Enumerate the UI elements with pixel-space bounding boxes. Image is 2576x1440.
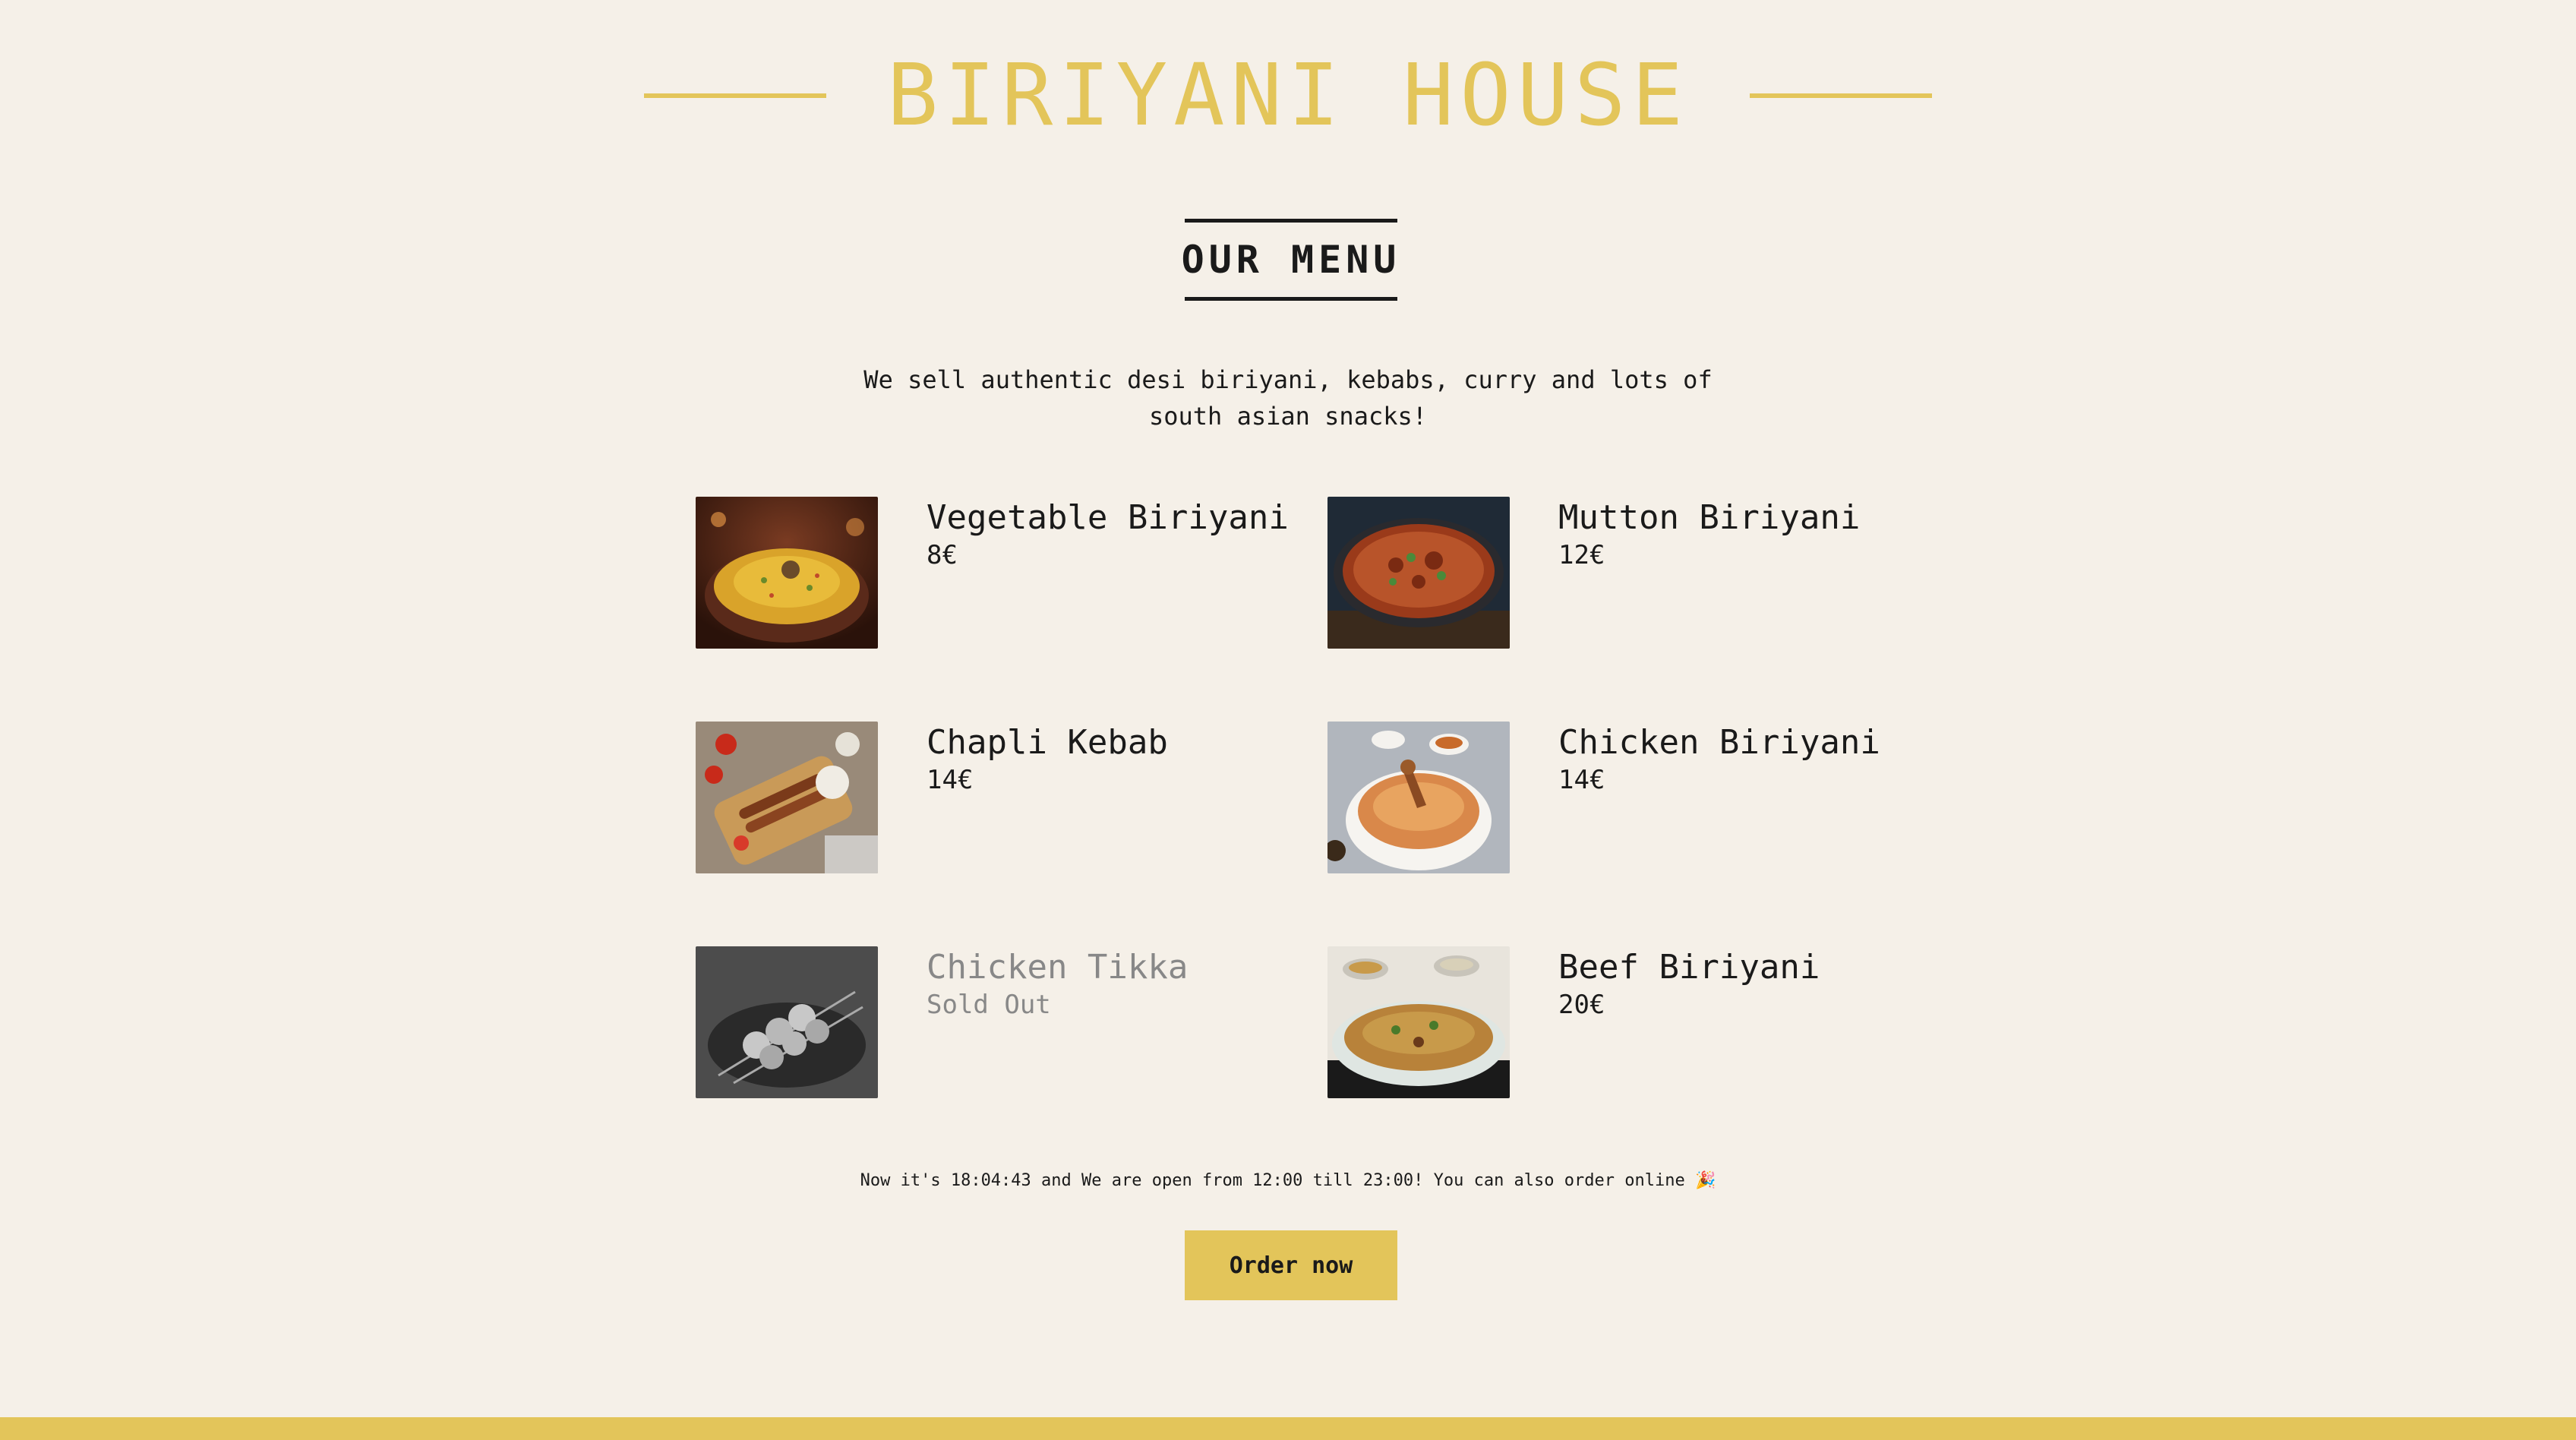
menu-item: Mutton Biriyani 12€: [1327, 497, 1920, 650]
header-line-right: [1750, 93, 1932, 98]
menu-item-text: Chicken Tikka Sold Out: [927, 946, 1188, 1021]
opening-hours-note: Now it's 18:04:43 and We are open from 1…: [860, 1171, 1716, 1190]
menu-item-price: 12€: [1558, 540, 1605, 570]
menu-item: Chicken Tikka Sold Out: [696, 946, 1288, 1100]
menu-item: Vegetable Biriyani 8€: [696, 497, 1289, 650]
site-title: BIRIYANI HOUSE: [886, 46, 1689, 145]
menu-item-name: Chicken Tikka: [927, 948, 1189, 987]
menu-intro: We sell authentic desi biriyani, kebabs,…: [863, 365, 1713, 431]
menu-item-name: Vegetable Biriyani: [927, 498, 1289, 537]
chicken-biriyani-image: [1327, 722, 1510, 873]
menu-item-text: Chapli Kebab 14€: [927, 722, 1168, 796]
menu-item-name: Chapli Kebab: [927, 723, 1168, 762]
sold-out-label: Sold Out: [927, 990, 1051, 1020]
menu-item-price: 20€: [1558, 990, 1605, 1020]
menu-item-text: Mutton Biriyani 12€: [1558, 497, 1860, 571]
chicken-tikka-image: [696, 946, 878, 1098]
mutton-biriyani-image: [1327, 497, 1510, 649]
chapli-kebab-image: [696, 722, 878, 873]
menu-item-price: 14€: [927, 765, 974, 795]
footer-bar: [0, 1417, 2576, 1440]
vegetable-biriyani-image: [696, 497, 878, 649]
menu-item-text: Chicken Biriyani 14€: [1558, 722, 1880, 796]
page: BIRIYANI HOUSE OUR MENU We sell authenti…: [0, 0, 2576, 1440]
menu-item: Beef Biriyani 20€: [1327, 946, 1920, 1100]
menu-item-text: Vegetable Biriyani 8€: [927, 497, 1289, 571]
menu-item-name: Chicken Biriyani: [1558, 723, 1880, 762]
beef-biriyani-image: [1327, 946, 1510, 1098]
site-header: BIRIYANI HOUSE: [0, 43, 2576, 149]
menu-item-text: Beef Biriyani 20€: [1558, 946, 1820, 1021]
menu-item-price: 8€: [927, 540, 958, 570]
menu-item-name: Beef Biriyani: [1558, 948, 1820, 987]
menu-item-name: Mutton Biriyani: [1558, 498, 1861, 537]
menu-heading: OUR MENU: [1182, 219, 1397, 301]
header-line-left: [643, 93, 826, 98]
order-now-button[interactable]: Order now: [1185, 1230, 1397, 1300]
menu-item-price: 14€: [1558, 765, 1605, 795]
menu-item: Chapli Kebab 14€: [696, 722, 1288, 875]
menu-item: Chicken Biriyani 14€: [1327, 722, 1920, 875]
